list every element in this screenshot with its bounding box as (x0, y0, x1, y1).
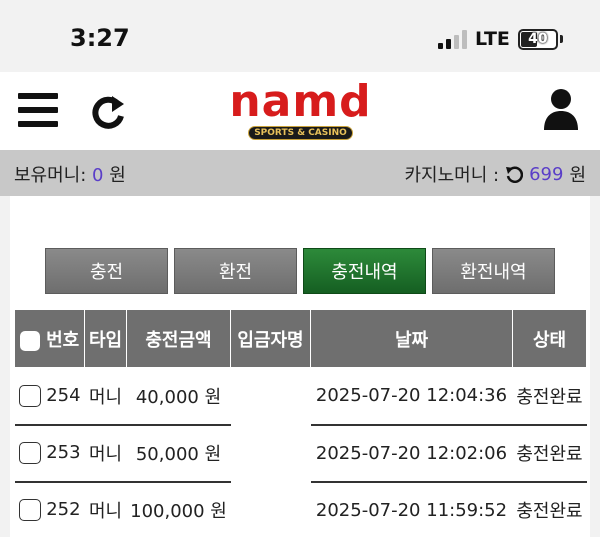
row-depositor (230, 481, 311, 537)
battery-icon: 40 (517, 28, 558, 50)
held-money: 보유머니: 0 원 (14, 161, 126, 187)
row-amount: 50,000 원 (126, 424, 231, 483)
battery-level: 40 (528, 31, 548, 47)
row-checkbox[interactable] (18, 499, 41, 521)
network-label: LTE (475, 28, 510, 50)
row-type: 머니 (84, 424, 127, 483)
select-all-checkbox[interactable] (19, 330, 40, 351)
row-checkbox[interactable] (18, 384, 41, 407)
row-number-cell: 252 (14, 481, 85, 537)
user-icon[interactable] (542, 88, 580, 130)
row-type: 머니 (84, 367, 127, 426)
held-money-unit: 원 (109, 165, 126, 186)
row-depositor (230, 367, 311, 425)
content-panel: 충전 환전 충전내역 환전내역 번호 타입 충전금액 입금자명 날짜 상태 25… (10, 196, 590, 537)
casino-refresh-icon[interactable] (505, 165, 524, 183)
table-row: 253 머니 50,000 원 2025-07-20 12:02:06 충전완료 (14, 424, 587, 483)
row-status: 충전완료 (512, 367, 587, 426)
charge-history-table: 번호 타입 충전금액 입금자명 날짜 상태 254 머니 40,000 원 20… (14, 309, 587, 537)
col-header-number: 번호 (14, 309, 85, 368)
tab-bar: 충전 환전 충전내역 환전내역 (45, 248, 555, 294)
held-money-label: 보유머니: (14, 165, 87, 186)
site-header: namd SPORTS & CASINO (0, 72, 600, 150)
site-logo[interactable]: namd SPORTS & CASINO (198, 76, 403, 146)
status-time: 3:27 (70, 24, 130, 52)
row-amount: 40,000 원 (126, 367, 231, 426)
table-header-row: 번호 타입 충전금액 입금자명 날짜 상태 (14, 309, 587, 368)
row-type: 머니 (84, 481, 127, 537)
casino-money: 카지노머니 : 699 원 (404, 161, 586, 187)
col-header-date: 날짜 (310, 309, 513, 368)
col-header-type: 타입 (84, 309, 127, 368)
tab-charge[interactable]: 충전 (45, 248, 168, 294)
table-row: 252 머니 100,000 원 2025-07-20 11:59:52 충전완… (14, 481, 587, 537)
col-header-amount: 충전금액 (126, 309, 231, 368)
held-money-value: 0 (92, 165, 104, 186)
row-status: 충전완료 (512, 481, 587, 537)
row-depositor (230, 424, 311, 482)
menu-icon[interactable] (18, 93, 58, 127)
tab-exchange-history[interactable]: 환전내역 (432, 248, 555, 294)
row-status: 충전완료 (512, 424, 587, 483)
casino-money-value: 699 (529, 163, 564, 185)
logo-subtitle: SPORTS & CASINO (248, 126, 353, 140)
row-number-cell: 253 (14, 424, 85, 483)
tab-exchange[interactable]: 환전 (174, 248, 297, 294)
row-checkbox[interactable] (18, 442, 41, 464)
status-bar: 3:27 LTE 40 (0, 0, 600, 72)
money-bar: 보유머니: 0 원 카지노머니 : 699 원 (0, 150, 600, 196)
status-indicators: LTE 40 (438, 28, 563, 50)
casino-money-label: 카지노머니 : (404, 165, 500, 186)
row-date: 2025-07-20 12:02:06 (310, 424, 513, 483)
col-header-status: 상태 (512, 309, 587, 368)
row-date: 2025-07-20 11:59:52 (310, 481, 513, 537)
row-number-cell: 254 (14, 367, 85, 426)
col-header-depositor: 입금자명 (230, 309, 311, 368)
table-row: 254 머니 40,000 원 2025-07-20 12:04:36 충전완료 (14, 367, 587, 426)
row-date: 2025-07-20 12:04:36 (310, 367, 513, 426)
casino-money-unit: 원 (569, 165, 586, 186)
tab-charge-history[interactable]: 충전내역 (303, 248, 426, 294)
refresh-icon[interactable] (88, 92, 128, 132)
signal-icon (438, 29, 467, 49)
row-amount: 100,000 원 (126, 481, 231, 537)
logo-text: namd (229, 76, 372, 127)
